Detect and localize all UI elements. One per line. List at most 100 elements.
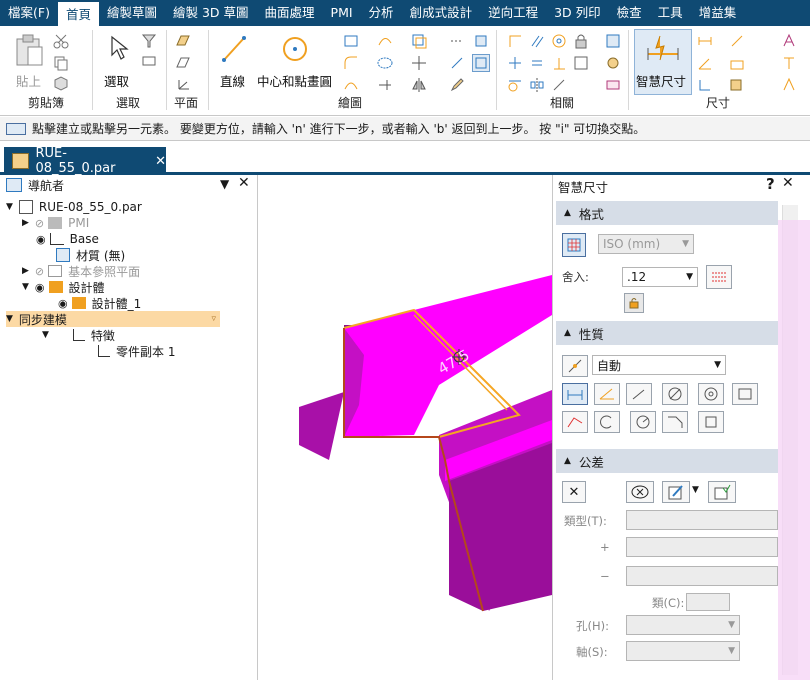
paint-icon[interactable] [472, 32, 490, 50]
type-field[interactable] [626, 510, 778, 530]
line-icon[interactable] [220, 34, 248, 64]
help-icon[interactable]: ? [766, 175, 775, 193]
equal-icon[interactable] [528, 54, 546, 72]
dim-prefix-icon[interactable] [780, 76, 798, 94]
angle-arc-icon[interactable] [594, 411, 620, 433]
chevron-down-icon[interactable]: ▼ [692, 485, 699, 495]
diameter-dim-icon[interactable] [662, 383, 688, 405]
relation-handles-icon[interactable] [604, 54, 622, 72]
menu-addins[interactable]: 增益集 [691, 0, 745, 26]
menu-sketch[interactable]: 繪製草圖 [99, 0, 165, 26]
hidden-eye-icon[interactable]: ⊘ [35, 217, 44, 230]
property-section-header[interactable]: ▲ 性質 [556, 321, 778, 345]
axis-diameter-icon[interactable] [732, 383, 758, 405]
symmetric-linear-icon[interactable] [698, 411, 724, 433]
filter-icon[interactable] [140, 32, 158, 50]
pencil-icon[interactable] [448, 76, 466, 94]
relation-colors-icon[interactable] [604, 76, 622, 94]
document-tab[interactable]: RUE-08_55_0.par ✕ [4, 146, 166, 176]
select-arrow-icon[interactable] [106, 34, 132, 62]
shaft-select[interactable]: ▼ [626, 641, 740, 661]
paste-button[interactable]: 貼上 [16, 71, 41, 90]
parallel-icon[interactable] [528, 32, 546, 50]
pane-menu-icon[interactable]: ▼ [220, 177, 229, 191]
precision-icon[interactable] [706, 265, 732, 289]
offset-icon[interactable] [410, 32, 428, 50]
menu-reverse[interactable]: 逆向工程 [480, 0, 546, 26]
ellipse-icon[interactable] [376, 54, 394, 72]
collapse-icon[interactable]: ▼ [42, 330, 49, 340]
coordinate-dim-icon[interactable] [696, 76, 714, 94]
menu-inspect[interactable]: 分析 [361, 0, 402, 26]
tree-item-features[interactable]: ▼ 特徵 [42, 327, 115, 343]
tolerance-section-header[interactable]: ▲ 公差 [556, 449, 778, 473]
connect-icon[interactable] [506, 32, 524, 50]
menu-pmi[interactable]: PMI [323, 0, 361, 26]
collapse-icon[interactable]: ▼ [6, 202, 13, 212]
chamfer-angle-icon[interactable] [662, 411, 688, 433]
apply-tolerance-icon[interactable] [708, 481, 736, 503]
tree-item-pmi[interactable]: ▶ ⊘ PMI [22, 215, 89, 231]
select-button[interactable]: 選取 [104, 71, 129, 90]
paste-icon[interactable] [12, 32, 46, 68]
center-circle-icon[interactable] [280, 34, 310, 64]
format-section-header[interactable]: ▲ 格式 [556, 201, 778, 225]
arc-length-icon[interactable] [562, 411, 588, 433]
sweep-angle-icon[interactable] [630, 411, 656, 433]
concentric-icon[interactable] [550, 32, 568, 50]
paste-special-icon[interactable] [52, 74, 70, 92]
distance-between-icon[interactable] [696, 32, 714, 50]
coordinate-system-icon[interactable] [174, 76, 192, 94]
copy-icon[interactable] [52, 54, 70, 72]
close-pane-icon[interactable]: ✕ [238, 175, 250, 191]
collapse-icon[interactable]: ▲ [564, 456, 571, 466]
symmetric-diameter-icon[interactable] [698, 383, 724, 405]
angular-dim-icon[interactable] [594, 383, 620, 405]
tangent-icon[interactable] [506, 76, 524, 94]
fillet-icon[interactable] [342, 54, 360, 72]
collapse-icon[interactable]: ▼ [22, 282, 29, 292]
menu-3d-sketch[interactable]: 繪製 3D 草圖 [165, 0, 257, 26]
hole-select[interactable]: ▼ [626, 615, 740, 635]
line-button[interactable]: 直線 [220, 71, 245, 90]
move-icon[interactable] [410, 54, 428, 72]
minus-tolerance-field[interactable] [626, 566, 778, 586]
menu-tools[interactable]: 工具 [650, 0, 691, 26]
lock-icon[interactable] [624, 293, 644, 313]
graphics-viewport[interactable]: 47.5 [259, 175, 552, 680]
construction-icon[interactable] [448, 32, 466, 50]
sketch-view-icon[interactable] [472, 54, 490, 72]
perpendicular-icon[interactable] [550, 54, 568, 72]
sketch-tools-icon[interactable] [448, 54, 466, 72]
chamfer-dim-icon[interactable] [728, 54, 746, 72]
edit-tolerance-icon[interactable] [662, 481, 690, 503]
menu-check[interactable]: 檢查 [609, 0, 650, 26]
collapse-icon[interactable]: ▲ [564, 328, 571, 338]
symmetric-icon[interactable] [528, 76, 546, 94]
rigid-set-icon[interactable] [572, 54, 590, 72]
mirror-icon[interactable] [410, 76, 428, 94]
dim-style-icon[interactable] [780, 32, 798, 50]
symmetric-diameter-icon[interactable] [728, 32, 746, 50]
dim-text-icon[interactable] [780, 54, 798, 72]
class-field[interactable] [686, 593, 730, 611]
unit-select[interactable]: ISO (mm) ▼ [598, 234, 694, 254]
rectangle-icon[interactable] [342, 32, 360, 50]
radial-dim-icon[interactable] [626, 383, 652, 405]
smart-dimension-button[interactable]: 智慧尺寸 [636, 71, 686, 90]
close-tab-icon[interactable]: ✕ [155, 154, 166, 169]
plane-icon[interactable] [174, 54, 192, 72]
select-tools-icon[interactable] [140, 52, 158, 70]
coincident-plane-icon[interactable] [174, 32, 192, 50]
collapse-icon[interactable]: ▲ [564, 208, 571, 218]
tolerance-none-icon[interactable] [626, 481, 654, 503]
cut-icon[interactable] [52, 32, 70, 50]
collapse-icon[interactable]: ▼ [6, 314, 13, 324]
menu-file[interactable]: 檔案(F) [0, 0, 58, 26]
visible-eye-icon[interactable]: ◉ [58, 297, 68, 310]
tree-item-design-body-1[interactable]: ◉ 設計體_1 [58, 295, 141, 311]
menu-home[interactable]: 首頁 [57, 0, 99, 26]
trim-icon[interactable] [376, 76, 394, 94]
linear-dim-icon[interactable] [562, 383, 588, 405]
hidden-eye-icon[interactable]: ⊘ [35, 265, 44, 278]
